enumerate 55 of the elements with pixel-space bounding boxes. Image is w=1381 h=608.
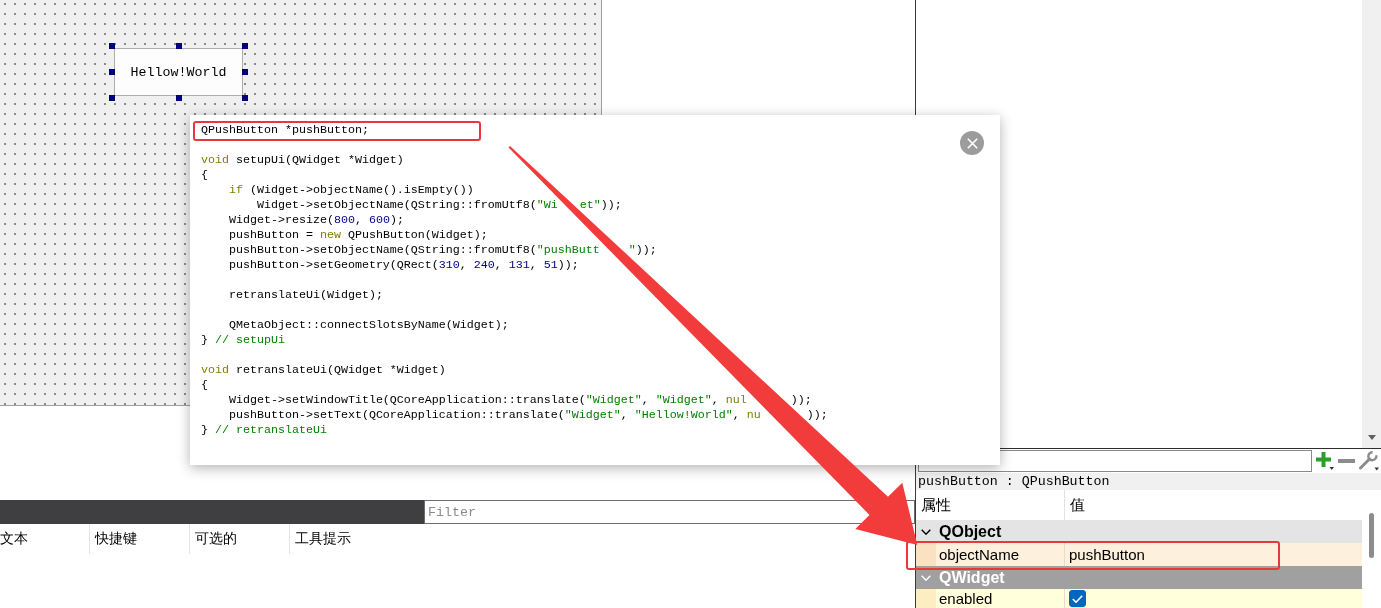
code-line: if (Widget->objectName().isEmpty()) — [229, 183, 474, 198]
group-name: QWidget — [939, 568, 1005, 587]
property-name: enabled — [938, 590, 993, 607]
selection-handle-icon[interactable] — [109, 95, 115, 101]
property-value: pushButton — [1069, 546, 1145, 563]
wrench-icon[interactable] — [1359, 451, 1379, 471]
code-line: pushButton->setObjectName(QString::fromUtf8("pushButt — [229, 243, 600, 258]
chevron-down-icon[interactable] — [921, 528, 931, 535]
scrollbar[interactable] — [1362, 0, 1381, 448]
code-line: Widget->resize(800, 600); — [229, 213, 404, 228]
column-header[interactable]: 快捷键 — [89, 524, 189, 554]
selection-handle-icon[interactable] — [242, 43, 248, 49]
code-line: void retranslateUi(QWidget *Widget) — [201, 363, 446, 378]
column-header[interactable]: 文本 — [0, 524, 89, 554]
checkmark-icon — [1072, 594, 1083, 603]
code-fragment: )); — [790, 393, 812, 408]
caret-down-icon[interactable] — [1367, 435, 1376, 440]
code-line: pushButton = new QPushButton(Widget); — [229, 228, 488, 243]
property-group-header[interactable]: QObject — [916, 520, 1362, 543]
close-button[interactable] — [960, 131, 984, 155]
code-line: } // retranslateUi — [201, 423, 327, 438]
code-fragment: et")); — [579, 198, 622, 213]
selection-handle-icon[interactable] — [109, 43, 115, 49]
checkbox[interactable] — [1069, 590, 1086, 607]
code-line: retranslateUi(Widget); — [229, 288, 383, 303]
object-class-label: pushButton : QPushButton — [916, 473, 1381, 490]
group-name: QObject — [939, 522, 1002, 541]
selection-handle-icon[interactable] — [109, 69, 115, 75]
code-line: Widget->setWindowTitle(QCoreApplication::translate("Widget", "Widget", nul — [229, 393, 747, 408]
selection-handle-icon[interactable] — [242, 95, 248, 101]
property-row[interactable]: enabled — [916, 589, 1362, 608]
code-fragment: )); — [806, 408, 828, 423]
code-line: Widget->setObjectName(QString::fromUtf8("Wi — [256, 198, 558, 213]
column-header[interactable]: 工具提示 — [289, 524, 389, 554]
code-line: QMetaObject::connectSlotsByName(Widget); — [229, 318, 509, 333]
code-line: { — [201, 168, 208, 183]
property-row[interactable]: objectName pushButton — [916, 543, 1362, 566]
selection-handle-icon[interactable] — [242, 69, 248, 75]
column-header[interactable]: 可选的 — [189, 524, 289, 554]
close-icon — [966, 137, 978, 149]
code-line: void setupUi(QWidget *Widget) — [201, 153, 404, 168]
code-line: { — [201, 378, 208, 393]
selection-handle-icon[interactable] — [175, 43, 182, 49]
code-line: pushButton->setGeometry(QRect(310, 240, 131, 51)); — [229, 258, 579, 273]
column-header[interactable]: 值 — [1065, 490, 1362, 520]
scrollbar-thumb[interactable] — [1369, 513, 1374, 558]
code-line: pushButton->setText(QCoreApplication::translate("Widget", "Hellow!World", nu — [229, 408, 761, 423]
selection-handle-icon[interactable] — [175, 95, 182, 101]
code-line: } // setupUi — [201, 333, 285, 348]
plus-icon[interactable] — [1316, 452, 1334, 470]
code-line: QPushButton *pushButton; — [201, 123, 369, 138]
filter-field[interactable]: Filter — [424, 500, 915, 524]
code-fragment: ")); — [628, 243, 657, 258]
property-name: objectName — [938, 546, 1020, 563]
push-button[interactable]: Hellow!World — [114, 48, 243, 96]
